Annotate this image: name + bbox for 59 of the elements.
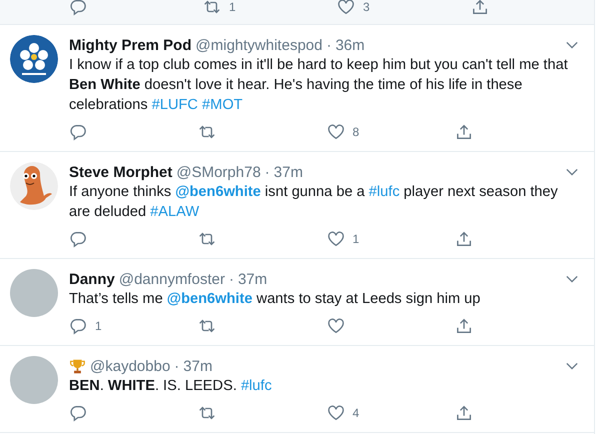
heart-icon[interactable]: [326, 404, 344, 422]
tweet-text: That’s tells me @ben6white wants to stay at Leeds sign him up: [69, 290, 482, 309]
trophy-icon: [69, 358, 86, 374]
like-count: 8: [352, 125, 360, 139]
reply-icon[interactable]: [69, 0, 87, 16]
avatar-character-icon[interactable]: [10, 162, 58, 210]
share-icon[interactable]: [471, 0, 489, 16]
chevron-down-icon[interactable]: [566, 362, 578, 370]
like-count: 1: [352, 232, 360, 246]
retweet-icon[interactable]: [203, 0, 221, 16]
hashtag-link[interactable]: #lufc: [368, 184, 400, 200]
display-name[interactable]: Steve Morphet: [69, 164, 172, 180]
hashtag-link[interactable]: #LUFC: [152, 97, 198, 113]
reply-count: 1: [95, 319, 102, 333]
retweet-icon[interactable]: [198, 317, 216, 335]
like-count: 4: [352, 406, 360, 420]
timestamp[interactable]: 37m: [238, 270, 268, 288]
separator-dot: ·: [326, 36, 332, 54]
display-name[interactable]: Danny: [69, 270, 115, 288]
heart-icon[interactable]: [326, 317, 344, 335]
share-icon[interactable]: [455, 230, 474, 248]
hashtag-link[interactable]: #ALAW: [150, 204, 200, 220]
timestamp[interactable]: 37m: [274, 164, 303, 180]
retweet-count: 1: [229, 0, 236, 14]
like-count: 3: [363, 0, 370, 14]
user-handle[interactable]: @mightywhitespod: [196, 36, 322, 54]
retweet-icon[interactable]: [198, 230, 216, 248]
mention-link[interactable]: @ben6white: [166, 291, 252, 307]
tweet-text: BEN. WHITE. IS. LEEDS. #lufc: [69, 377, 273, 396]
timestamp[interactable]: 36m: [335, 36, 365, 54]
retweet-icon[interactable]: [198, 404, 216, 422]
separator-dot: ·: [228, 270, 234, 288]
mention-link[interactable]: @ben6white: [175, 184, 261, 200]
share-icon[interactable]: [455, 317, 474, 335]
user-handle[interactable]: @SMorph78: [176, 164, 261, 180]
separator-dot: ·: [264, 164, 270, 180]
display-name[interactable]: Mighty Prem Pod: [69, 36, 192, 54]
avatar-logo-icon[interactable]: [10, 35, 58, 83]
hashtag-link[interactable]: #lufc: [240, 378, 272, 394]
reply-icon[interactable]: [69, 317, 87, 335]
user-handle[interactable]: @dannymfoster: [118, 270, 225, 288]
user-handle[interactable]: @kaydobbo: [90, 358, 170, 374]
separator-dot: ·: [174, 358, 180, 374]
share-icon[interactable]: [455, 123, 474, 141]
retweet-icon[interactable]: [198, 123, 216, 141]
reply-icon[interactable]: [69, 230, 87, 248]
heart-icon[interactable]: [326, 230, 344, 248]
chevron-down-icon[interactable]: [566, 168, 578, 176]
heart-icon[interactable]: [337, 0, 355, 16]
reply-icon[interactable]: [69, 404, 87, 422]
hashtag-link[interactable]: #MOT: [202, 97, 243, 113]
timestamp[interactable]: 37m: [183, 358, 212, 374]
reply-icon[interactable]: [69, 123, 87, 141]
chevron-down-icon[interactable]: [566, 275, 578, 283]
heart-icon[interactable]: [326, 123, 344, 141]
chevron-down-icon[interactable]: [566, 41, 578, 49]
tweet-text: If anyone thinks @ben6white isnt gunna be a #lufc player next season they are deluded #ALAW: [69, 183, 559, 222]
tweet-text: I know if a top club comes in it'll be hard to keep him but you can't tell me that Ben White doesn't love it hear. He's having the time of his life in these celebrations #LUFC #MOT: [69, 56, 569, 115]
share-icon[interactable]: [455, 404, 474, 422]
